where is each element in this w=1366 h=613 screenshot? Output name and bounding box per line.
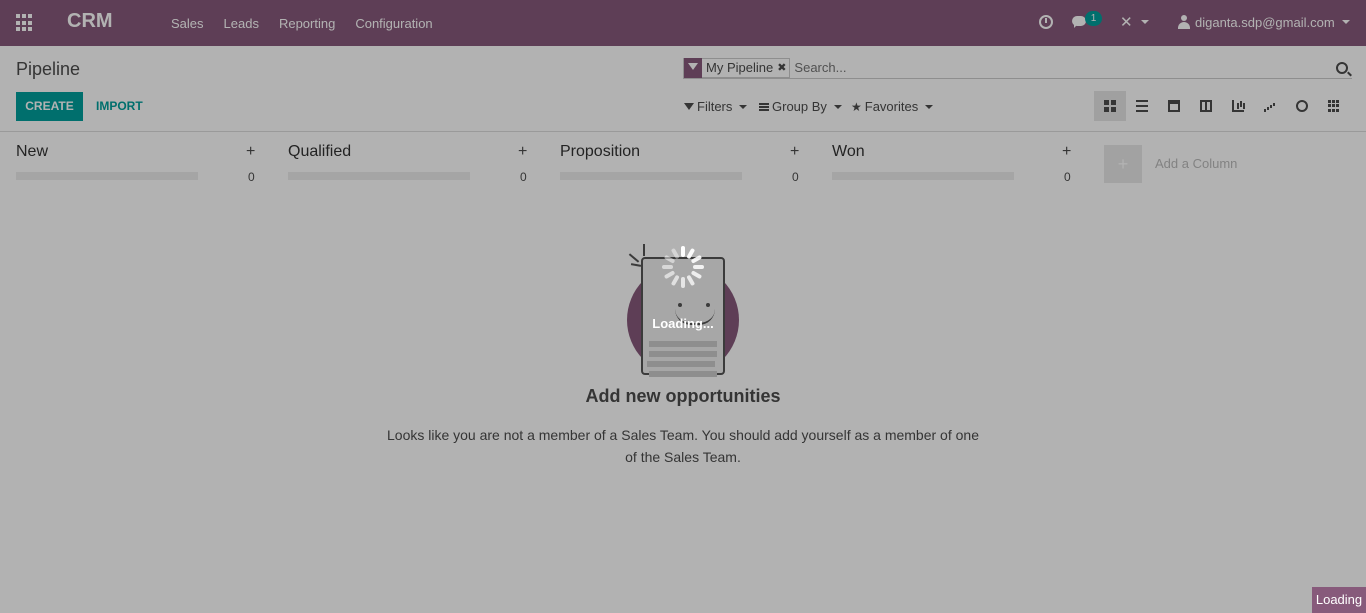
loading-overlay (0, 0, 1366, 613)
loading-spinner-icon (660, 244, 706, 290)
loading-indicator-badge: Loading (1312, 587, 1366, 613)
loading-text: Loading... (652, 316, 714, 331)
